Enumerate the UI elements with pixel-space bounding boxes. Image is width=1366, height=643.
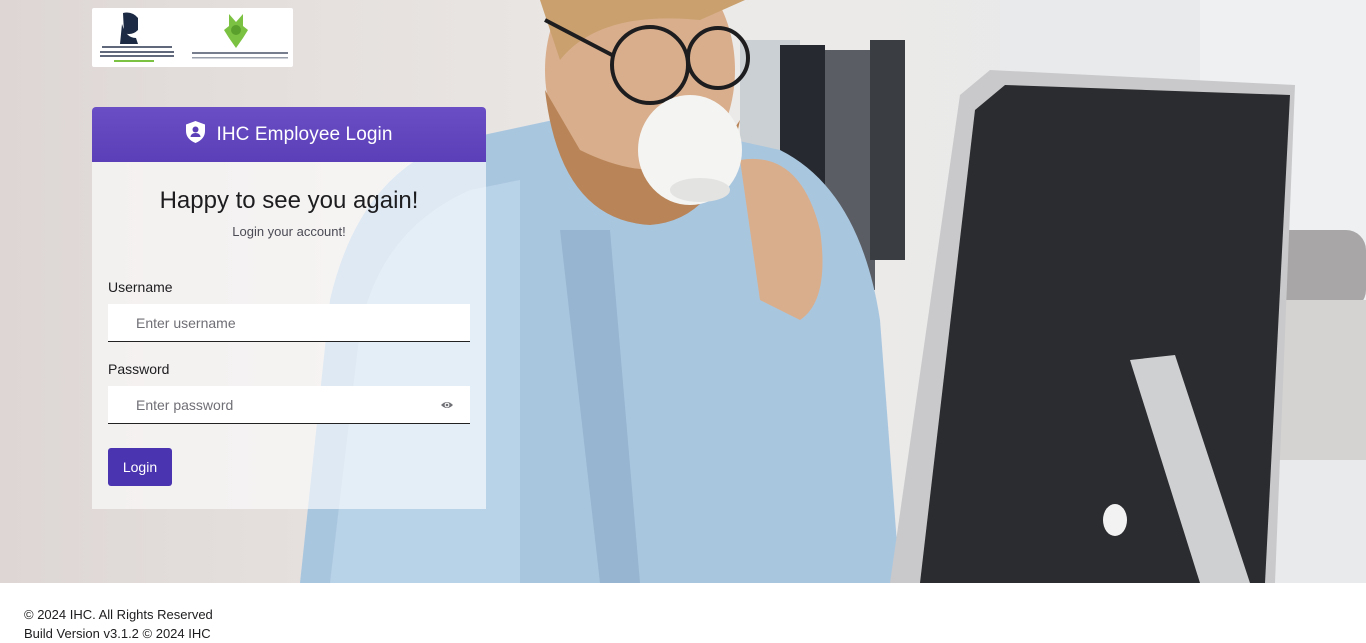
username-input[interactable] [108,304,470,341]
login-form: Happy to see you again! Login your accou… [92,162,486,509]
welcome-heading: Happy to see you again! [159,187,419,214]
login-button[interactable]: Login [108,448,172,486]
login-header-title: IHC Employee Login [216,123,393,145]
footer-build-version: Build Version v3.1.2 © 2024 IHC [24,626,211,641]
password-label: Password [108,361,170,377]
password-input[interactable] [108,386,470,423]
username-field-wrapper [108,304,470,342]
shield-user-icon [185,120,206,149]
eye-icon[interactable] [440,398,454,412]
login-card: IHC Employee Login Happy to see you agai… [92,107,486,509]
username-label: Username [108,279,173,295]
partner-logos [92,8,293,67]
mbrgi-logo [100,12,174,62]
page-footer: © 2024 IHC. All Rights Reserved Build Ve… [24,605,213,643]
footer-copyright: © 2024 IHC. All Rights Reserved [24,607,213,622]
welcome-subtitle: Login your account! [232,224,346,239]
password-field-wrapper [108,386,470,424]
login-card-header: IHC Employee Login [92,107,486,162]
ihc-logo [192,14,288,59]
